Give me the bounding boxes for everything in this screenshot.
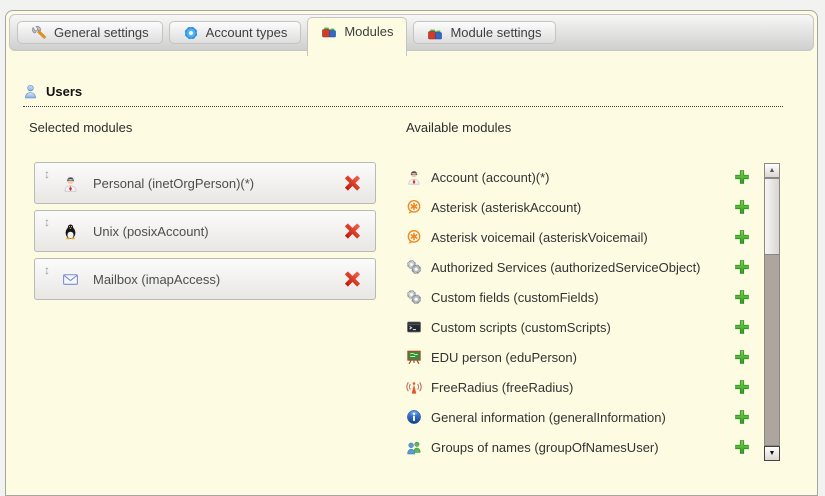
available-module-label: Account (account)(*) [431, 170, 550, 185]
available-module-groups-of-names: Groups of names (groupOfNamesUser) [406, 432, 756, 462]
remove-module-button[interactable] [343, 270, 362, 289]
antenna-icon [406, 379, 422, 395]
selected-module-unix[interactable]: ↕ Unix (posixAccount) [34, 210, 376, 252]
add-module-button[interactable] [734, 229, 750, 245]
add-module-button[interactable] [734, 289, 750, 305]
tab-label: General settings [54, 25, 149, 40]
tux-icon [62, 223, 79, 240]
add-module-button[interactable] [734, 409, 750, 425]
person-icon [62, 175, 79, 192]
tab-list: General settings Account types Modules M… [17, 15, 556, 56]
group-icon [406, 439, 422, 455]
add-module-button[interactable] [734, 199, 750, 215]
tab-general-settings[interactable]: General settings [17, 21, 163, 44]
tab-label: Account types [206, 25, 288, 40]
add-module-button[interactable] [734, 439, 750, 455]
users-section-heading: Users [23, 84, 783, 107]
modules-config-panel: General settings Account types Modules M… [5, 10, 818, 496]
gear-icon [183, 25, 199, 41]
available-module-label: FreeRadius (freeRadius) [431, 380, 573, 395]
available-module-freeradius: FreeRadius (freeRadius) [406, 372, 756, 402]
available-module-edu-person: EDU person (eduPerson) [406, 342, 756, 372]
add-module-button[interactable] [734, 259, 750, 275]
add-module-button[interactable] [734, 319, 750, 335]
remove-module-button[interactable] [343, 174, 362, 193]
available-modules-list: Account (account)(*) Asterisk (asteriskA… [406, 162, 756, 462]
gears-icon [406, 289, 422, 305]
drag-handle-icon[interactable]: ↕ [44, 216, 50, 228]
tab-bar: General settings Account types Modules M… [9, 14, 814, 51]
selected-modules-list: ↕ Personal (inetOrgPerson)(*) ↕ Unix (po… [34, 162, 376, 306]
available-module-general-information: General information (generalInformation) [406, 402, 756, 432]
available-module-custom-fields: Custom fields (customFields) [406, 282, 756, 312]
available-module-label: Custom fields (customFields) [431, 290, 599, 305]
asterisk-icon [406, 199, 422, 215]
available-module-label: Asterisk voicemail (asteriskVoicemail) [431, 230, 648, 245]
user-icon [23, 84, 38, 99]
scroll-down-icon[interactable]: ▼ [764, 446, 780, 461]
modules-icon [321, 23, 337, 39]
available-module-label: Authorized Services (authorizedServiceOb… [431, 260, 701, 275]
tab-modules[interactable]: Modules [307, 17, 407, 56]
person-icon [406, 169, 422, 185]
add-module-button[interactable] [734, 379, 750, 395]
chalkboard-icon [406, 349, 422, 365]
selected-module-label: Personal (inetOrgPerson)(*) [93, 176, 254, 191]
available-module-asterisk-voicemail: Asterisk voicemail (asteriskVoicemail) [406, 222, 756, 252]
tab-account-types[interactable]: Account types [169, 21, 302, 44]
remove-module-button[interactable] [343, 222, 362, 241]
available-module-label: General information (generalInformation) [431, 410, 666, 425]
drag-handle-icon[interactable]: ↕ [44, 264, 50, 276]
selected-modules-heading: Selected modules [29, 120, 132, 135]
available-module-asterisk: Asterisk (asteriskAccount) [406, 192, 756, 222]
tab-module-settings[interactable]: Module settings [413, 21, 555, 44]
modules-icon [427, 25, 443, 41]
selected-module-mailbox[interactable]: ↕ Mailbox (imapAccess) [34, 258, 376, 300]
scrollbar-thumb[interactable] [764, 178, 780, 255]
drag-handle-icon[interactable]: ↕ [44, 168, 50, 180]
wrench-icon [31, 25, 47, 41]
available-module-label: Custom scripts (customScripts) [431, 320, 611, 335]
section-title: Users [46, 84, 82, 99]
gears-icon [406, 259, 422, 275]
asterisk-icon [406, 229, 422, 245]
available-module-label: Groups of names (groupOfNamesUser) [431, 440, 659, 455]
selected-module-personal[interactable]: ↕ Personal (inetOrgPerson)(*) [34, 162, 376, 204]
tab-label: Modules [344, 24, 393, 39]
available-module-account: Account (account)(*) [406, 162, 756, 192]
scroll-up-icon[interactable]: ▲ [764, 163, 780, 178]
selected-module-label: Unix (posixAccount) [93, 224, 209, 239]
info-icon [406, 409, 422, 425]
add-module-button[interactable] [734, 349, 750, 365]
terminal-icon [406, 319, 422, 335]
available-module-authorized-services: Authorized Services (authorizedServiceOb… [406, 252, 756, 282]
selected-module-label: Mailbox (imapAccess) [93, 272, 220, 287]
add-module-button[interactable] [734, 169, 750, 185]
available-modules-scrollbar: ▲ ▼ [764, 163, 780, 461]
tab-label: Module settings [450, 25, 541, 40]
mail-icon [62, 271, 79, 288]
available-module-custom-scripts: Custom scripts (customScripts) [406, 312, 756, 342]
available-module-label: EDU person (eduPerson) [431, 350, 577, 365]
available-modules-heading: Available modules [406, 120, 511, 135]
available-module-label: Asterisk (asteriskAccount) [431, 200, 581, 215]
